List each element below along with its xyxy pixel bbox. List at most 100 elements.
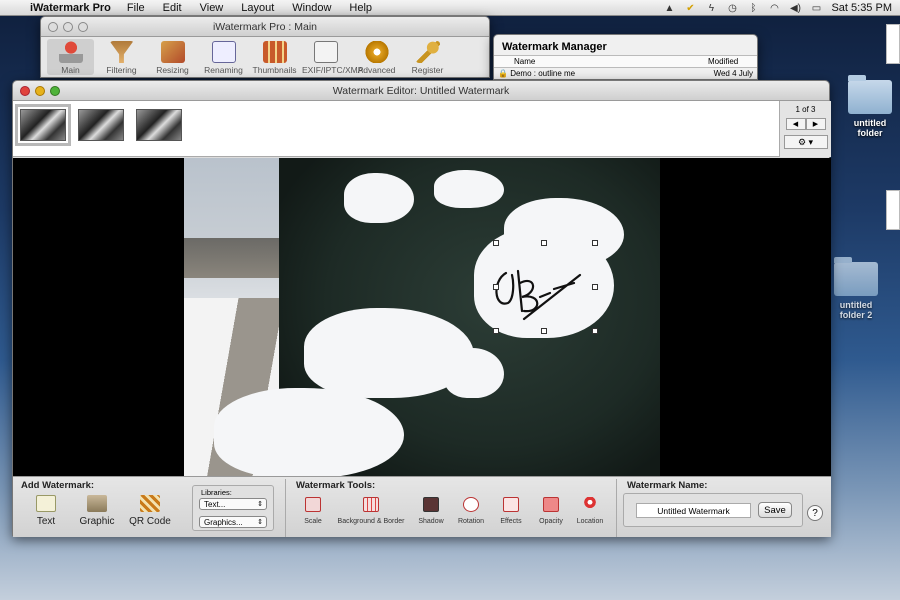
watermark-manager-window: Watermark Manager Name Modified 🔒 Demo :… (493, 34, 758, 80)
tool-exif[interactable]: EXIF/IPTC/XMP (302, 39, 363, 75)
watermark-name-input[interactable]: Untitled Watermark (636, 503, 751, 518)
menu-layout[interactable]: Layout (241, 2, 274, 14)
tool-label: Thumbnails (252, 65, 297, 75)
battery-icon[interactable]: ▭ (810, 3, 822, 14)
add-graphic-label: Graphic (79, 516, 115, 527)
bluetooth-icon[interactable]: ᛒ (747, 3, 759, 14)
time-machine-icon[interactable]: ◷ (726, 3, 738, 14)
add-graphic-button[interactable]: Graphic (75, 495, 119, 527)
menu-help[interactable]: Help (349, 2, 372, 14)
resize-handle[interactable] (493, 284, 499, 290)
zoom-icon[interactable] (50, 86, 60, 96)
tool-register[interactable]: Register (404, 39, 451, 75)
column-name[interactable]: Name (494, 56, 704, 67)
thumbnail[interactable] (136, 109, 182, 141)
snow-clump (434, 170, 504, 208)
gear-menu-button[interactable]: ⚙ ▾ (783, 135, 828, 149)
background-border-tool[interactable]: Background & Border (337, 497, 405, 525)
snow-clump (444, 348, 504, 398)
folder-label: folder (857, 128, 883, 138)
menu-edit[interactable]: Edit (163, 2, 182, 14)
menu-view[interactable]: View (200, 2, 224, 14)
prev-button[interactable]: ◀ (785, 118, 806, 130)
checkmark-icon[interactable]: ✔ (684, 3, 696, 14)
scale-label: Scale (304, 518, 322, 525)
desktop-folder-untitled[interactable]: untitled folder (840, 75, 900, 138)
scale-tool[interactable]: Scale (283, 497, 343, 525)
location-label: Location (576, 518, 604, 525)
main-window: iWatermark Pro : Main Main Filtering Res… (40, 16, 490, 78)
resize-handle[interactable] (541, 328, 547, 334)
flash-icon[interactable]: ϟ (705, 3, 717, 14)
star-icon (503, 497, 519, 512)
add-text-button[interactable]: Text (31, 495, 61, 527)
desktop-document-icon[interactable] (886, 24, 900, 64)
resize-handle[interactable] (493, 328, 499, 334)
thumbnail[interactable] (15, 104, 71, 146)
resize-handle[interactable] (493, 240, 499, 246)
help-button[interactable]: ? (807, 505, 823, 521)
snow-clump (344, 173, 414, 223)
tool-thumbnails[interactable]: Thumbnails (251, 39, 298, 75)
shadow-icon (423, 497, 439, 512)
column-modified[interactable]: Modified (704, 56, 742, 67)
signature-watermark[interactable] (484, 253, 584, 323)
watermark-table-header: Name Modified (494, 55, 757, 68)
main-toolbar: Main Filtering Resizing Renaming Thumbna… (41, 37, 489, 77)
clock[interactable]: Sat 5:35 PM (831, 2, 892, 14)
add-qr-button[interactable]: QR Code (127, 495, 173, 527)
volume-icon[interactable]: ◀) (789, 3, 801, 14)
zoom-icon[interactable] (78, 22, 88, 32)
graphics-library-select[interactable]: Graphics... (199, 516, 267, 528)
location-pin-icon (582, 497, 598, 512)
menu-bar: iWatermark Pro File Edit View Layout Win… (0, 0, 900, 16)
next-button[interactable]: ▶ (805, 118, 826, 130)
menu-app-name[interactable]: iWatermark Pro (30, 2, 111, 14)
tool-renaming[interactable]: Renaming (200, 39, 247, 75)
close-icon[interactable] (48, 22, 58, 32)
text-library-select[interactable]: Text... (199, 498, 267, 510)
libraries-box: Libraries: Text... Graphics... (192, 485, 274, 531)
qr-code-icon (140, 495, 160, 512)
desktop-folder-untitled-2[interactable]: untitled folder 2 (826, 257, 886, 320)
location-tool[interactable]: Location (560, 497, 620, 525)
tool-label: Renaming (204, 65, 243, 75)
resize-handle[interactable] (592, 240, 598, 246)
minimize-icon[interactable] (35, 86, 45, 96)
resize-handle[interactable] (592, 284, 598, 290)
key-icon (415, 41, 440, 63)
menu-window[interactable]: Window (292, 2, 331, 14)
gear-icon (364, 41, 389, 63)
wifi-icon[interactable]: ◠ (768, 3, 780, 14)
menu-file[interactable]: File (127, 2, 145, 14)
watermark-manager-title: Watermark Manager (502, 41, 607, 53)
resize-handle[interactable] (592, 328, 598, 334)
drive-icon[interactable]: ▲ (663, 3, 675, 14)
tool-label: Main (61, 65, 80, 75)
table-row[interactable]: 🔒 Demo : outline me Wed 4 July (494, 68, 757, 79)
background-border-label: Background & Border (337, 518, 405, 525)
editor-canvas (13, 158, 831, 476)
tool-resizing[interactable]: Resizing (149, 39, 196, 75)
folder-label: untitled (853, 118, 887, 128)
tool-advanced[interactable]: Advanced (353, 39, 400, 75)
desktop-document-icon[interactable] (886, 190, 900, 230)
thumbnail[interactable] (78, 109, 124, 141)
tool-filtering[interactable]: Filtering (98, 39, 145, 75)
stamp-icon (58, 41, 83, 63)
folder-label: untitled (839, 300, 873, 310)
lock-icon: 🔒 (498, 69, 508, 78)
effects-label: Effects (500, 518, 522, 525)
resize-handle[interactable] (541, 240, 547, 246)
row-modified: Wed 4 July (713, 69, 753, 78)
add-qr-label: QR Code (129, 516, 171, 527)
thumbnails-icon (262, 41, 287, 63)
libraries-label: Libraries: (201, 488, 232, 497)
preview-photo (184, 158, 660, 476)
minimize-icon[interactable] (63, 22, 73, 32)
save-button[interactable]: Save (758, 502, 792, 518)
tool-main[interactable]: Main (47, 39, 94, 75)
close-icon[interactable] (20, 86, 30, 96)
shadow-label: Shadow (418, 518, 444, 525)
funnel-icon (109, 41, 134, 63)
